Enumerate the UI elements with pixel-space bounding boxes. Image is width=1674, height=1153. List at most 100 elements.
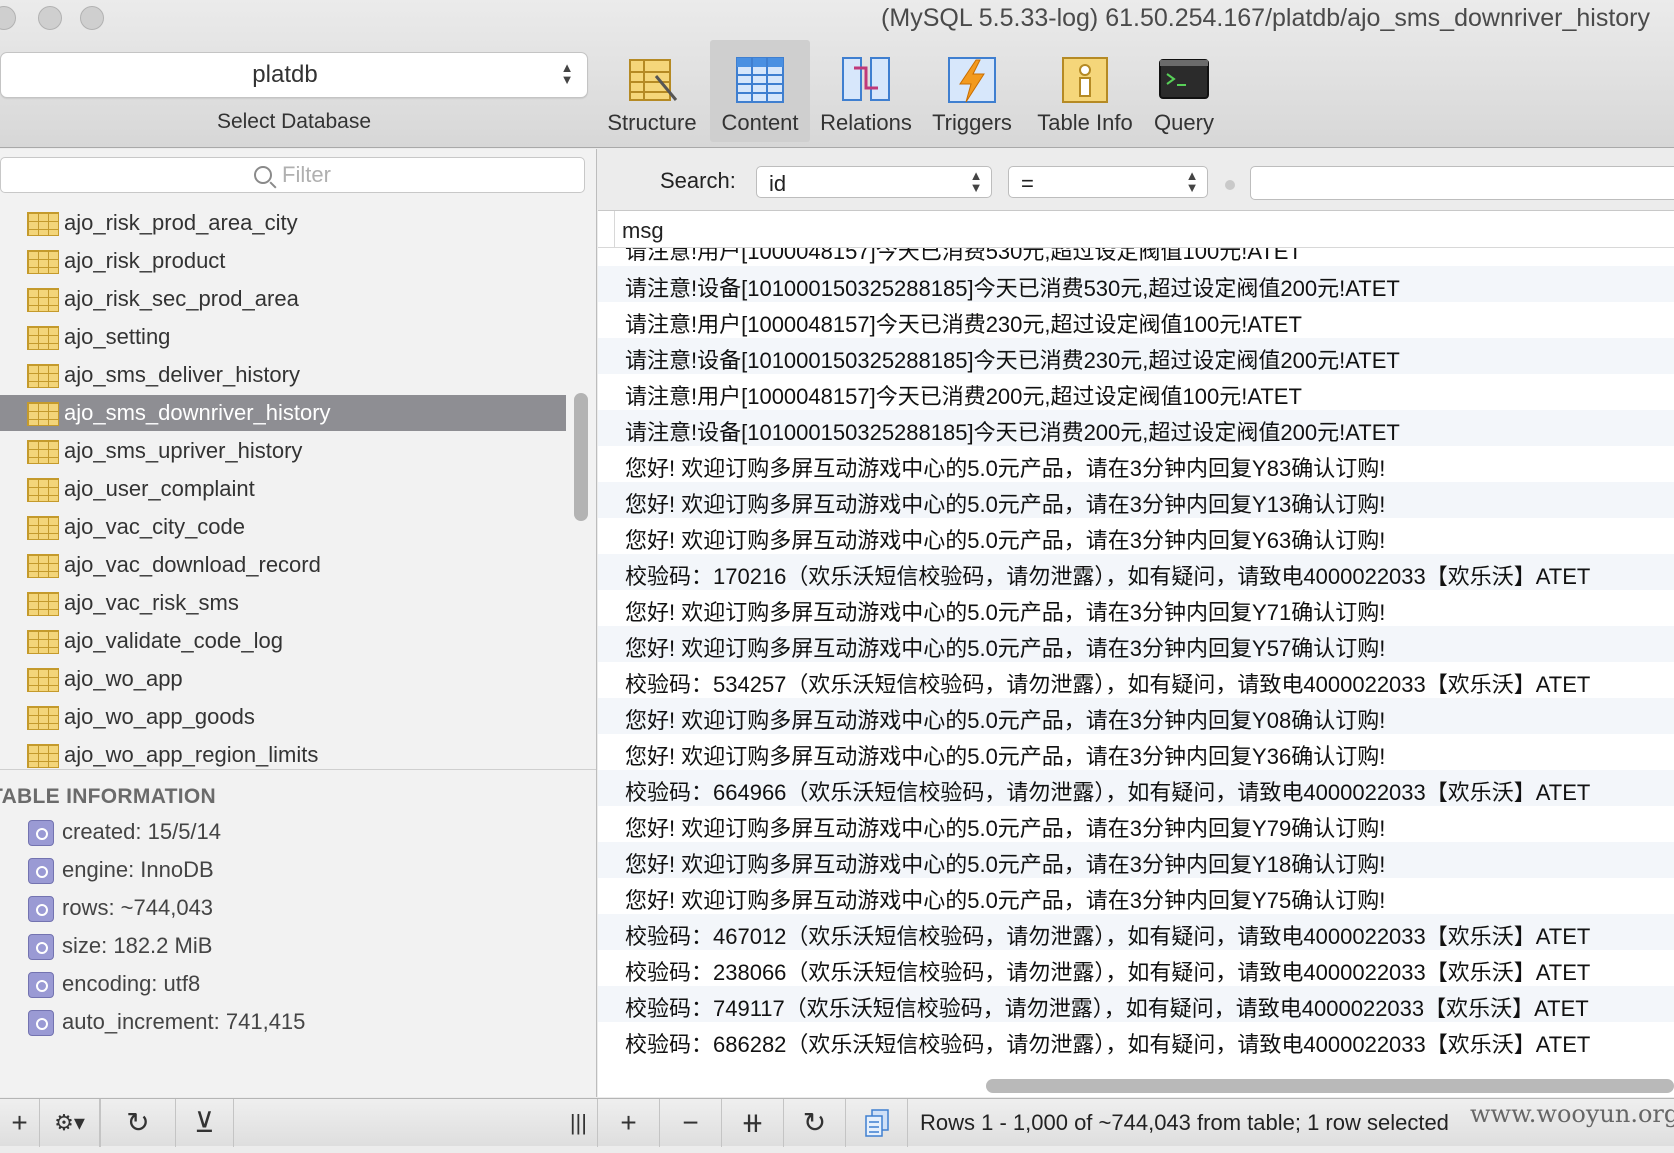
indicator-dot-icon [1225,180,1235,190]
refresh-content-button[interactable]: ↻ [784,1099,846,1147]
table-row[interactable]: 请注意!设备[10100015032528818​5]今天已消费230元,超过设… [598,338,1674,374]
table-list-item[interactable]: ajo_risk_product [0,243,566,279]
database-select-caption: Select Database [216,110,372,133]
table-row[interactable]: 您好! 欢迎订购多屏互动游戏中心的5.0元产品，请在3分钟内回复Y08确认订购! [598,698,1674,734]
toggle-info-button[interactable]: ⊻ [176,1099,234,1147]
table-list-item-selected[interactable]: ajo_sms_downriver_history [0,395,566,431]
content-icon [736,57,784,103]
triggers-icon [948,57,996,103]
table-row[interactable]: 请注意!用户[1000048157]今天已消费530元,超过设定阀值100元!A… [598,248,1674,266]
table-row[interactable]: 您好! 欢迎订购多屏互动游戏中心的5.0元产品，请在3分钟内回复Y79确认订购! [598,806,1674,842]
pagination-icon [864,1109,889,1137]
triggers-button[interactable]: Triggers [922,40,1022,142]
relations-button[interactable]: Relations [816,40,916,142]
search-icon [254,166,273,184]
table-row[interactable]: 您好! 欢迎订购多屏互动游戏中心的5.0元产品，请在3分钟内回复Y13确认订购! [598,482,1674,518]
structure-label: Structure [607,110,697,135]
table-icon [27,554,59,578]
query-label: Query [1154,110,1214,135]
table-list-item[interactable]: ajo_vac_risk_sms [0,585,566,621]
table-info-button[interactable]: Table Info [1030,40,1140,142]
table-row[interactable]: 您好! 欢迎订购多屏互动游戏中心的5.0元产品，请在3分钟内回复Y83确认订购! [598,446,1674,482]
relations-icon [842,57,890,101]
table-icon [27,478,59,502]
table-list-item[interactable]: ajo_wo_app_goods [0,699,566,735]
table-list-scrollbar[interactable] [574,393,588,521]
table-row[interactable]: 您好! 欢迎订购多屏互动游戏中心的5.0元产品，请在3分钟内回复Y71确认订购! [598,590,1674,626]
table-row[interactable]: 您好! 欢迎订购多屏互动游戏中心的5.0元产品，请在3分钟内回复Y63确认订购! [598,518,1674,554]
table-row[interactable]: 校验码：170216（欢乐沃短信校验码，请勿泄露），如有疑问，请致电400002… [598,554,1674,590]
table-row[interactable]: 校验码：238066（欢乐沃短信校验码，请勿泄露），如有疑问，请致电400002… [598,950,1674,986]
table-row[interactable]: 请注意!设备[10100015032528818​5]今天已消费200元,超过设… [598,410,1674,446]
pagination-button[interactable] [846,1099,908,1147]
table-list[interactable]: ajo_risk_prod_area_city ajo_risk_product… [0,205,570,773]
table-row[interactable]: 您好! 欢迎订购多屏互动游戏中心的5.0元产品，请在3分钟内回复Y57确认订购! [598,626,1674,662]
gear-menu-button[interactable]: ⚙▾ [40,1099,100,1147]
row-count-status: Rows 1 - 1,000 of ~744,043 from table; 1… [920,1110,1449,1135]
table-filter-input[interactable]: Filter [0,157,585,193]
table-row[interactable]: 校验码：686282（欢乐沃短信校验码，请勿泄露），如有疑问，请致电400002… [598,1022,1674,1058]
content-grid[interactable]: 请注意!用户[1000048157]今天已消费530元,超过设定阀值100元!A… [598,248,1674,1058]
table-row[interactable]: 请注意!设备[10100015032528818​5]今天已消费530元,超过设… [598,266,1674,302]
table-list-item[interactable]: ajo_risk_prod_area_city [0,205,566,241]
column-header-msg: msg [622,218,664,243]
table-list-item[interactable]: ajo_sms_deliver_history [0,357,566,393]
zoom-window-button[interactable] [80,6,104,30]
column-divider [614,211,615,248]
table-list-item[interactable]: ajo_wo_app_region_limits [0,737,566,773]
updown-chevron-icon: ▲ ▼ [560,60,574,87]
structure-button[interactable]: Structure [600,40,704,142]
query-button[interactable]: Query [1148,40,1220,142]
table-row[interactable]: 您好! 欢迎订购多屏互动游戏中心的5.0元产品，请在3分钟内回复Y75确认订购! [598,878,1674,914]
resize-grip-icon[interactable]: ||| [234,1099,598,1147]
refresh-tables-button[interactable]: ↻ [100,1099,176,1147]
table-row[interactable]: 校验码：534257（欢乐沃短信校验码，请勿泄露），如有疑问，请致电400002… [598,662,1674,698]
database-select[interactable]: platdb ▲ ▼ [0,52,588,98]
table-list-item[interactable]: ajo_sms_upriver_history [0,433,566,469]
close-window-button[interactable] [0,6,16,30]
table-list-item[interactable]: ajo_validate_code_log [0,623,566,659]
filter-placeholder: Filter [282,162,331,187]
content-label: Content [721,110,799,135]
table-list-item[interactable]: ajo_wo_app [0,661,566,697]
table-row[interactable]: 校验码：467012（欢乐沃短信校验码，请勿泄露），如有疑问，请致电400002… [598,914,1674,950]
info-bullet-icon [28,858,54,884]
table-icon [27,706,59,730]
table-icon [27,630,59,654]
structure-icon [629,59,678,101]
content-pane: Search: id ▲ ▼ = ▲ ▼ msg 请注意!用户[1000048157… [598,149,1674,1097]
search-field-select[interactable]: id ▲ ▼ [756,166,992,198]
horizontal-scrollbar[interactable] [986,1079,1674,1093]
add-row-button[interactable]: + [598,1099,660,1147]
table-icon [27,364,59,388]
search-bar: Search: id ▲ ▼ = ▲ ▼ [598,149,1674,211]
minimize-window-button[interactable] [38,6,62,30]
delete-row-button[interactable]: − [660,1099,722,1147]
table-row[interactable]: 您好! 欢迎订购多屏互动游戏中心的5.0元产品，请在3分钟内回复Y36确认订购! [598,734,1674,770]
table-icon [27,250,59,274]
table-row[interactable]: 校验码：749117（欢乐沃短信校验码，请勿泄露），如有疑问，请致电400002… [598,986,1674,1022]
table-row[interactable]: 请注意!用户[1000048157]今天已消费230元,超过设定阀值100元!A… [598,302,1674,338]
content-button[interactable]: Content [710,40,810,142]
add-table-button[interactable]: + [0,1099,40,1147]
triggers-label: Triggers [932,110,1012,135]
table-icon [27,326,59,350]
column-header[interactable]: msg [598,211,1674,248]
table-row[interactable]: 您好! 欢迎订购多屏互动游戏中心的5.0元产品，请在3分钟内回复Y18确认订购! [598,842,1674,878]
duplicate-row-button[interactable]: ⧺ [722,1099,784,1147]
table-icon [27,212,59,236]
table-icon [27,516,59,540]
table-list-item[interactable]: ajo_vac_download_record [0,547,566,583]
watermark: www.wooyun.org [1470,1100,1674,1128]
search-operator-select[interactable]: = ▲ ▼ [1008,166,1208,198]
search-value-input[interactable] [1250,166,1674,200]
table-list-item[interactable]: ajo_vac_city_code [0,509,566,545]
updown-chevron-icon: ▲ ▼ [1185,168,1199,195]
info-bullet-icon [28,1010,54,1036]
table-row[interactable]: 校验码：664966（欢乐沃短信校验码，请勿泄露），如有疑问，请致电400002… [598,770,1674,806]
table-list-item[interactable]: ajo_user_complaint [0,471,566,507]
table-list-item[interactable]: ajo_risk_sec_prod_area [0,281,566,317]
table-row[interactable]: 请注意!用户[1000048157]今天已消费200元,超过设定阀值100元!A… [598,374,1674,410]
table-list-item[interactable]: ajo_setting [0,319,566,355]
table-information-heading: TABLE INFORMATION [0,785,216,808]
